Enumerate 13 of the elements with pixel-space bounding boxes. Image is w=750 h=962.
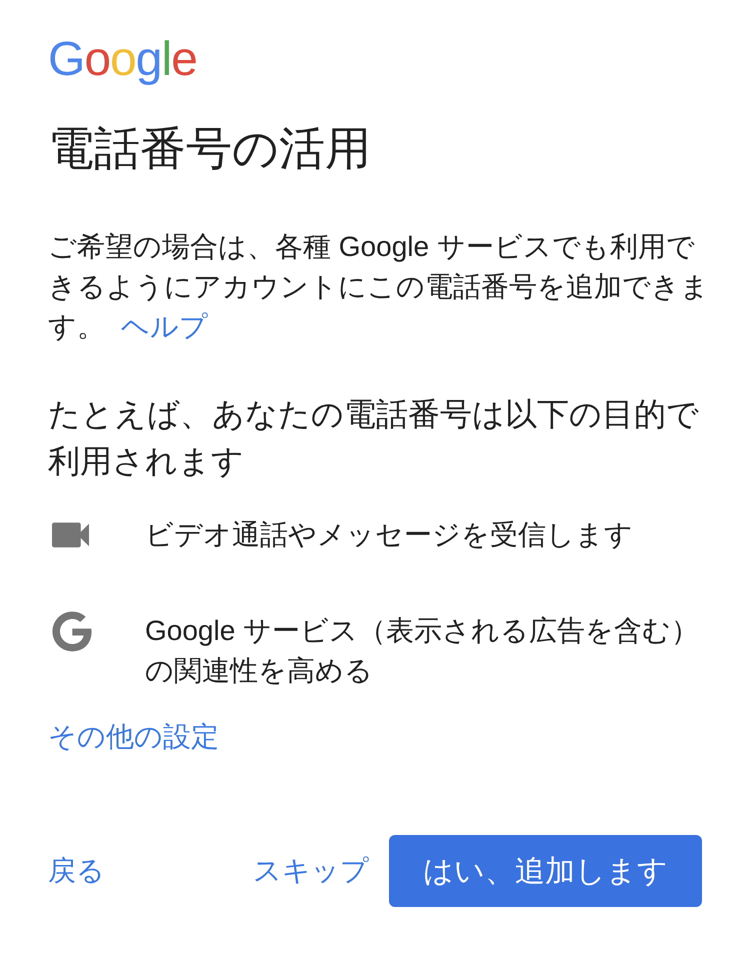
intro-text: ご希望の場合は、各種 Google サービスでも利用できるようにアカウントにこの電話番号を追加できます。 ヘルプ	[48, 230, 710, 344]
logo: Google	[48, 32, 197, 88]
help-link[interactable]: ヘルプ	[121, 311, 208, 342]
page-title: 電話番号の活用	[48, 121, 372, 176]
video-camera-icon	[52, 522, 89, 548]
subheading: たとえば、あなたの電話番号は以下の目的で利用されます	[48, 395, 700, 481]
usage-text: ビデオ通話やメッセージを受信します	[145, 518, 634, 552]
g-icon	[52, 611, 92, 652]
text-button[interactable]: 戻る	[48, 835, 105, 907]
text-button[interactable]: スキップ	[253, 835, 369, 907]
more-settings-link[interactable]: その他の設定	[48, 717, 219, 757]
usage-text: Google サービス（表示される広告を含む）の関連性を高める	[145, 614, 700, 688]
primary-button[interactable]: はい、追加します	[389, 835, 702, 907]
